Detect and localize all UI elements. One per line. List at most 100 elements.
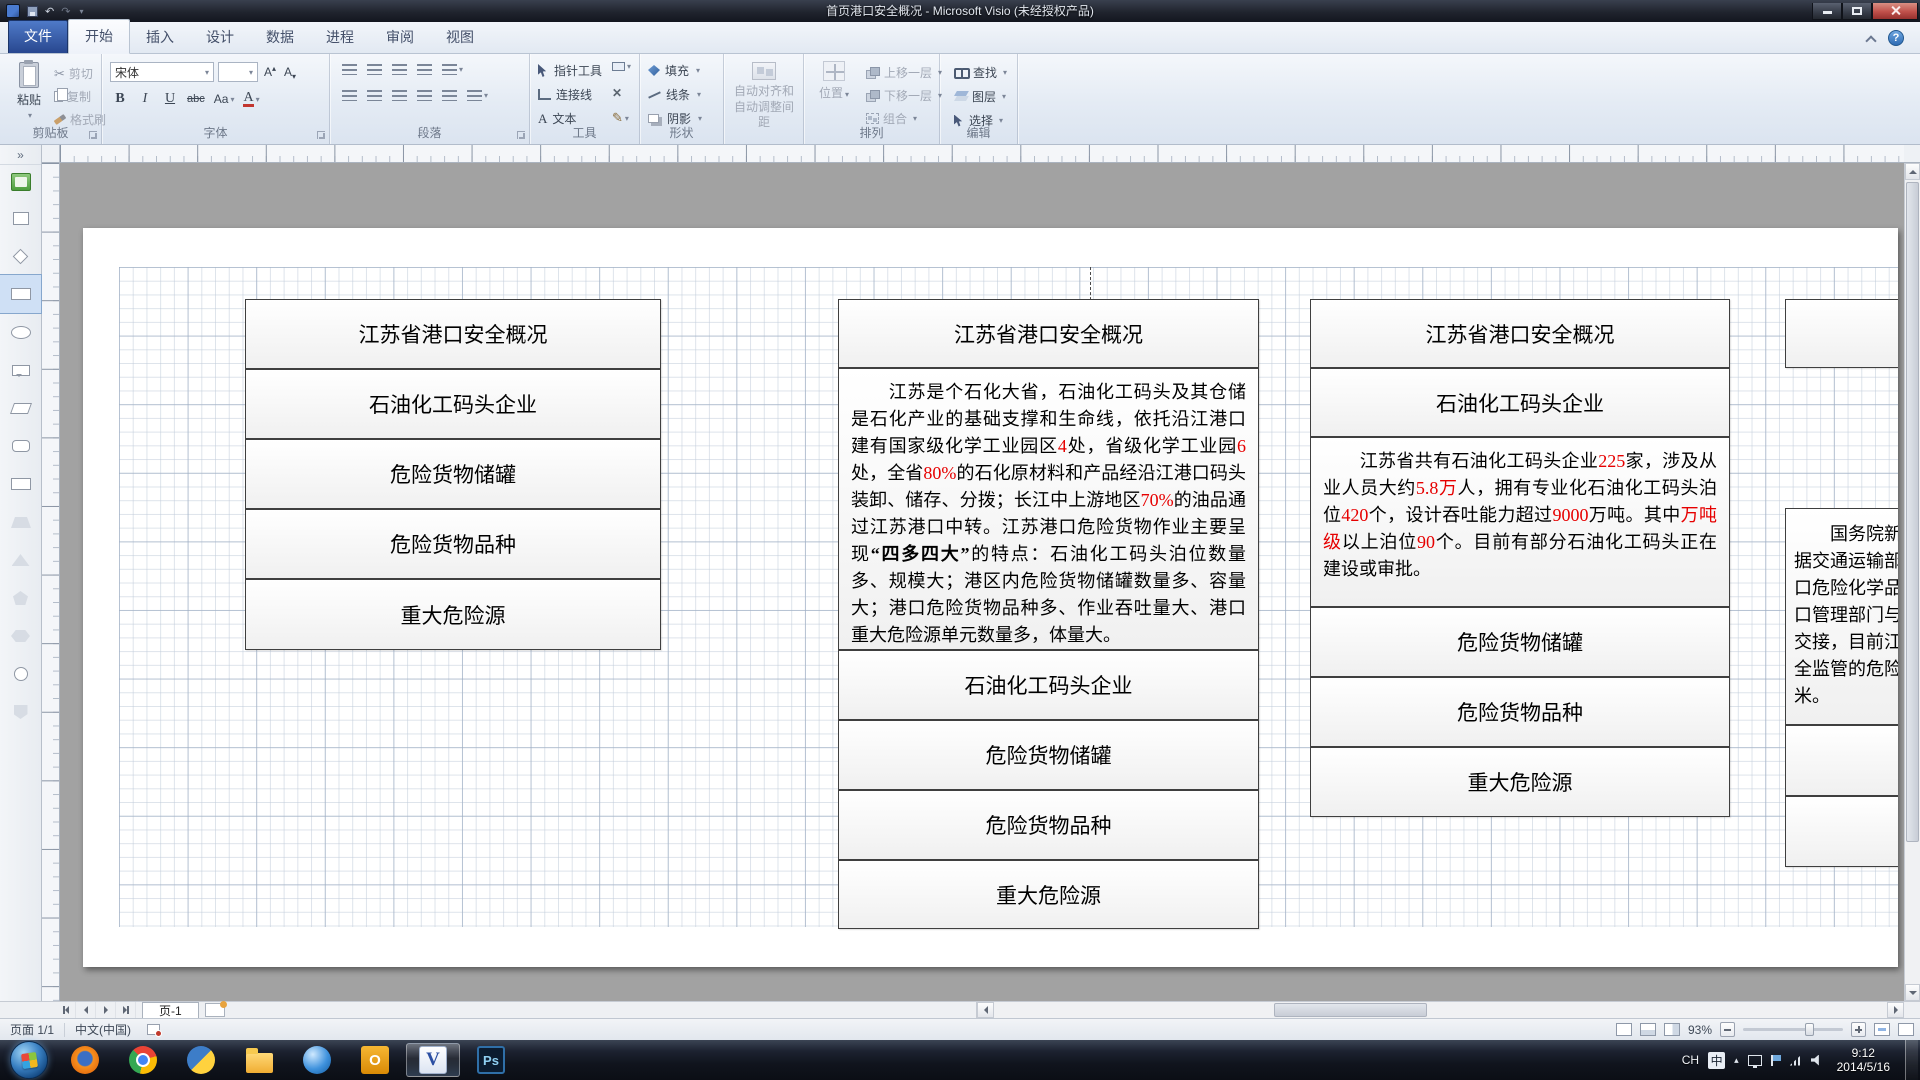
stencil-shape-hexagon[interactable] (0, 617, 41, 655)
flow-box[interactable]: 石油化工码头企业 (1310, 368, 1730, 437)
tab-home[interactable]: 开始 (68, 19, 130, 54)
columns-button[interactable] (442, 90, 457, 101)
tab-process[interactable]: 进程 (310, 21, 370, 53)
find-button[interactable]: 查找▾ (950, 62, 1011, 83)
view-page-icon[interactable] (1640, 1023, 1656, 1036)
save-button[interactable] (27, 6, 38, 17)
tab-data[interactable]: 数据 (250, 21, 310, 53)
first-page-button[interactable] (56, 1002, 76, 1018)
strikethrough-button[interactable]: abc (187, 89, 205, 109)
taskbar-firefox-icon[interactable] (56, 1040, 114, 1080)
network-icon[interactable] (1790, 1055, 1802, 1066)
auto-align-space-button[interactable]: 自动对齐和 自动调整间距 (730, 62, 798, 130)
underline-button[interactable]: U (162, 89, 178, 109)
scroll-left-button[interactable] (977, 1002, 994, 1018)
taskbar-photoshop-icon[interactable] (462, 1040, 520, 1080)
zoom-level[interactable]: 93% (1688, 1023, 1712, 1037)
line-spacing-button[interactable]: ▾ (467, 90, 488, 101)
taskbar-explorer-icon[interactable] (230, 1040, 288, 1080)
stencil-shape-ellipse[interactable] (0, 313, 41, 351)
scroll-up-button[interactable] (1905, 163, 1920, 180)
send-backward-button[interactable]: 下移一层▾ (862, 85, 946, 106)
flow-box[interactable]: 危险货物品种 (838, 790, 1259, 860)
flow-box-title[interactable]: 江苏省港口安全概况 (245, 299, 661, 369)
paragraph-spacing-button[interactable] (417, 64, 432, 75)
paste-button[interactable]: 粘贴 ▾ (7, 60, 51, 126)
font-color-button[interactable]: A▾ (243, 89, 259, 109)
flow-box[interactable] (1785, 299, 1898, 368)
qat-customize-button[interactable]: ▾ (77, 7, 83, 16)
previous-page-button[interactable] (76, 1002, 96, 1018)
bring-forward-button[interactable]: 上移一层▾ (862, 62, 946, 83)
minimize-ribbon-button[interactable] (1866, 35, 1876, 42)
stencil-shape-rounded-rectangle[interactable] (0, 427, 41, 465)
close-button[interactable] (1872, 3, 1918, 20)
zoom-slider-thumb[interactable] (1805, 1023, 1814, 1036)
undo-button[interactable]: ↶ (45, 5, 54, 18)
volume-icon[interactable] (1811, 1055, 1822, 1066)
zoom-in-button[interactable] (1851, 1022, 1866, 1037)
align-right-button[interactable] (392, 90, 407, 101)
flow-box-title[interactable]: 江苏省港口安全概况 (838, 299, 1259, 368)
shrink-font-button[interactable]: A (282, 62, 298, 82)
scroll-down-button[interactable] (1905, 984, 1920, 1001)
page-tab-1[interactable]: 页-1 (142, 1002, 199, 1019)
start-button[interactable] (10, 1041, 48, 1079)
stencil-shape-pentagon[interactable] (0, 579, 41, 617)
tab-view[interactable]: 视图 (430, 21, 490, 53)
flow-box[interactable] (1785, 725, 1898, 796)
align-left-button[interactable] (342, 90, 357, 101)
position-button[interactable]: 位置▾ (812, 61, 856, 101)
layers-button[interactable]: 图层▾ (950, 86, 1011, 107)
horizontal-scroll-thumb[interactable] (1274, 1003, 1427, 1017)
tab-design[interactable]: 设计 (190, 21, 250, 53)
zoom-out-button[interactable] (1720, 1022, 1735, 1037)
redo-button[interactable]: ↷ (61, 5, 70, 18)
flow-box[interactable] (1785, 796, 1898, 867)
ime-mode-icon[interactable]: 中 (1708, 1052, 1725, 1069)
tab-insert[interactable]: 插入 (130, 21, 190, 53)
stencil-shape-callout[interactable] (0, 351, 41, 389)
stencil-shape-circle[interactable] (0, 655, 41, 693)
flow-box[interactable]: 重大危险源 (1310, 747, 1730, 817)
flow-box[interactable]: 危险货物品种 (1310, 677, 1730, 747)
stencil-shape-diamond[interactable] (0, 237, 41, 275)
view-fullwidth-icon[interactable] (1664, 1023, 1680, 1036)
flow-box[interactable]: 危险货物储罐 (1310, 607, 1730, 677)
cut-button[interactable]: ✂剪切 (50, 63, 110, 84)
taskbar-clock[interactable]: 9:12 2014/5/16 (1831, 1046, 1896, 1074)
macro-record-icon[interactable] (147, 1024, 160, 1035)
font-size-select[interactable]: ▾ (218, 62, 258, 82)
visio-app-icon[interactable] (6, 4, 20, 18)
flow-box-title[interactable]: 江苏省港口安全概况 (1310, 299, 1730, 368)
view-normal-icon[interactable] (1616, 1023, 1632, 1036)
fill-button[interactable]: 填充▾ (648, 62, 700, 79)
flow-box[interactable]: 危险货物品种 (245, 509, 661, 579)
stencil-shape-rectangle-2[interactable] (0, 465, 41, 503)
minimize-button[interactable] (1812, 3, 1842, 20)
switch-windows-button[interactable] (1898, 1023, 1914, 1036)
taskbar-visio-icon[interactable] (406, 1043, 460, 1077)
justify-button[interactable] (417, 90, 432, 101)
connector-tool-button[interactable]: 连接线 (538, 86, 592, 103)
flow-textbox[interactable]: 江苏省共有石油化工码头企业225家，涉及从业人员大约5.8万人，拥有专业化石油化… (1310, 437, 1730, 607)
pointer-tool-button[interactable]: 指针工具 (538, 62, 602, 79)
display-tray-icon[interactable] (1748, 1055, 1762, 1066)
stencil-shape-parallelogram[interactable] (0, 389, 41, 427)
stencil-shape-rectangle[interactable] (0, 275, 41, 313)
ime-language-indicator[interactable]: CH (1682, 1053, 1699, 1067)
taskbar-browser-icon[interactable] (288, 1040, 346, 1080)
show-desktop-button[interactable] (1905, 1040, 1918, 1080)
stencil-shape-square[interactable] (0, 199, 41, 237)
horizontal-scrollbar[interactable] (976, 1002, 1904, 1019)
flow-box[interactable]: 重大危险源 (838, 860, 1259, 929)
scroll-right-button[interactable] (1887, 1002, 1904, 1018)
stencil-icon[interactable] (11, 173, 31, 191)
stencil-shape-trapezoid[interactable] (0, 503, 41, 541)
flow-box[interactable]: 危险货物储罐 (838, 720, 1259, 790)
change-case-button[interactable]: Aa▾ (214, 89, 235, 109)
vertical-scrollbar[interactable] (1904, 163, 1920, 1001)
status-page-indicator[interactable]: 页面 1/1 (0, 1019, 64, 1040)
tab-file[interactable]: 文件 (8, 20, 68, 53)
next-page-button[interactable] (96, 1002, 116, 1018)
